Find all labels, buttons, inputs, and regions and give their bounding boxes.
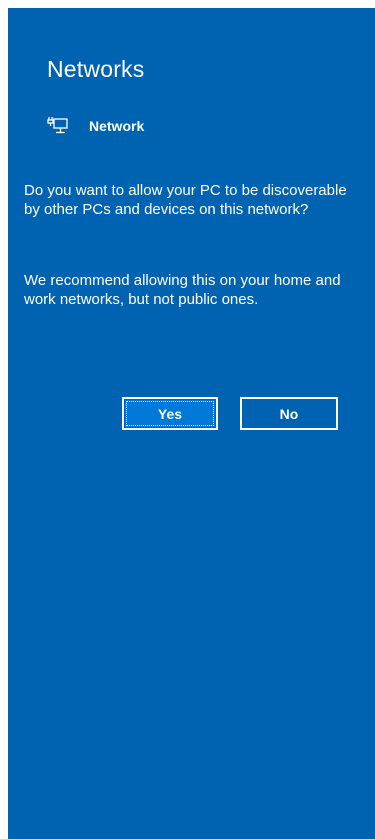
wired-network-icon <box>47 115 69 137</box>
discoverable-prompt: Do you want to allow your PC to be disco… <box>24 182 347 218</box>
no-button[interactable]: No <box>240 397 338 430</box>
recommendation-text: We recommend allowing this on your home … <box>24 272 341 308</box>
yes-button-label: Yes <box>157 405 183 422</box>
yes-button[interactable]: Yes <box>122 397 218 430</box>
networks-flyout: Networks Network Do you want to allow yo… <box>8 8 375 839</box>
no-button-label: No <box>279 405 299 422</box>
network-name: Network <box>89 118 145 134</box>
network-item: Network <box>47 114 144 138</box>
flyout-title: Networks <box>47 56 145 82</box>
